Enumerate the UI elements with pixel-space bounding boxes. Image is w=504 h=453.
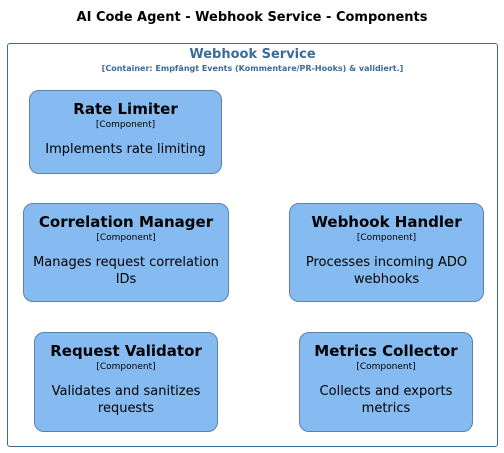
component-description: Implements rate limiting — [45, 142, 206, 157]
component-name: Request Validator — [50, 342, 202, 360]
component-type: [Component] — [96, 362, 156, 372]
boundary-title: Webhook Service — [189, 47, 316, 62]
rate-limiter-component[interactable]: Rate Limiter [Component] Implements rate… — [29, 90, 222, 174]
component-description: Validates and sanitizes requests — [51, 384, 201, 416]
component-description: Manages request correlation IDs — [33, 255, 219, 287]
request-validator-component[interactable]: Request Validator [Component] Validates … — [34, 332, 218, 432]
correlation-manager-component[interactable]: Correlation Manager [Component] Manages … — [23, 203, 229, 302]
boundary-subtitle: [Container: Empfängt Events (Kommentare/… — [101, 64, 404, 73]
diagram-title: AI Code Agent - Webhook Service - Compon… — [76, 10, 428, 25]
metrics-collector-component[interactable]: Metrics Collector [Component] Collects a… — [299, 332, 473, 432]
component-name: Rate Limiter — [73, 100, 178, 118]
component-name: Correlation Manager — [38, 213, 214, 231]
component-name: Metrics Collector — [314, 342, 458, 360]
component-description: Collects and exports metrics — [319, 384, 453, 416]
component-type: [Component] — [356, 362, 416, 372]
component-type: [Component] — [356, 233, 417, 243]
component-description: Processes incoming ADO webhooks — [305, 255, 468, 287]
component-type: [Component] — [95, 120, 156, 130]
webhook-handler-component[interactable]: Webhook Handler [Component] Processes in… — [289, 203, 484, 302]
component-type: [Component] — [96, 233, 156, 243]
component-name: Webhook Handler — [311, 213, 462, 231]
